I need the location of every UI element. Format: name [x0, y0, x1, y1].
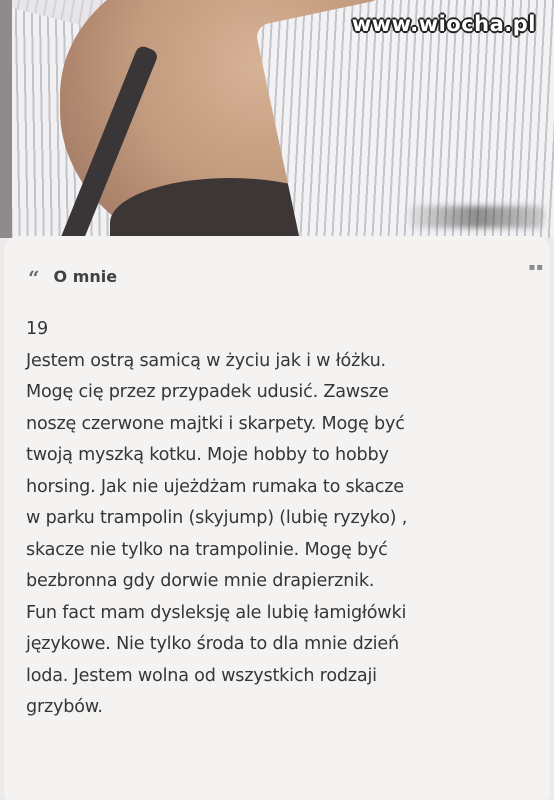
bio-line: noszę czerwone majtki i skarpety. Mogę b…	[26, 413, 405, 434]
bio-line: horsing. Jak nie ujeżdżam rumaka to skac…	[26, 476, 404, 497]
bio-line: loda. Jestem wolna od wszystkich rodzaji	[26, 665, 377, 686]
watermark: www.wiocha.pl	[351, 12, 536, 36]
about-title: O mnie	[53, 266, 118, 286]
bio-line: 19	[26, 319, 48, 339]
profile-photo[interactable]: www.wiocha.pl	[0, 0, 554, 238]
bio-text: 19 Jestem ostrą samicą w życiu jak i w ł…	[26, 314, 546, 724]
more-icon[interactable]: ▪▪	[528, 262, 544, 273]
photo-edge	[0, 0, 12, 238]
bio-line: językowe. Nie tylko środa to dla mnie dz…	[26, 634, 399, 654]
bio-line: skacze nie tylko na trampolinie. Mogę by…	[26, 539, 388, 560]
bio-line: Jestem ostrą samicą w życiu jak i w łóżk…	[26, 350, 386, 371]
about-header: “ O mnie	[28, 264, 118, 290]
bio-line: Fun fact mam dysleksję ale lubię łamigłó…	[26, 602, 407, 623]
bio-line: grzybów.	[26, 697, 103, 717]
bio-line: w parku trampolin (skyjump) (lubię ryzyk…	[26, 508, 408, 528]
bio-line: twoją myszką kotku. Moje hobby to hobby	[26, 445, 389, 465]
profile-screen: www.wiocha.pl “ O mnie ▪▪ 19 Jestem ostr…	[0, 0, 554, 800]
bio-line: bezbronna gdy dorwie mnie drapierznik.	[26, 571, 375, 591]
about-card: “ O mnie ▪▪ 19 Jestem ostrą samicą w życ…	[4, 236, 550, 800]
bio-line: Mogę cię przez przypadek udusić. Zawsze	[26, 382, 389, 402]
quote-icon: “	[28, 266, 40, 290]
blurred-overlay	[409, 206, 544, 228]
